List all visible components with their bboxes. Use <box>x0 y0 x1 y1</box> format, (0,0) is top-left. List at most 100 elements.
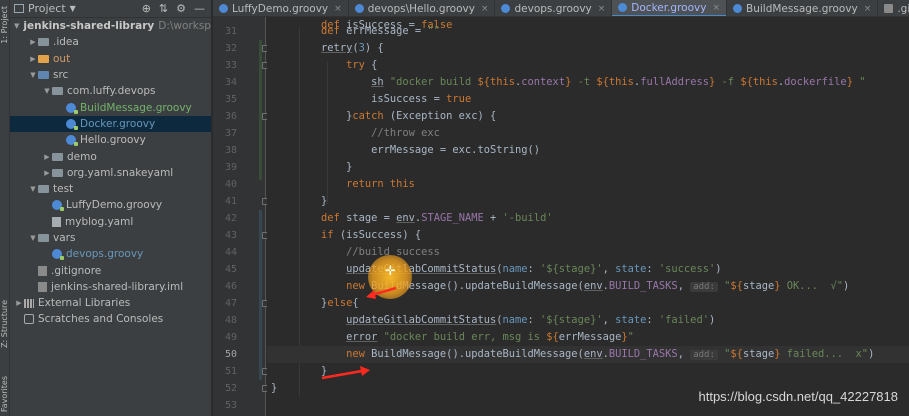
chevron-right-icon[interactable]: ▶ <box>14 299 24 307</box>
editor-tab[interactable]: devops.groovy × <box>495 0 613 16</box>
tree-item[interactable]: ▼ jenkins-shared-libraryD:\workspace\j <box>10 18 211 34</box>
yaml-file-icon <box>52 216 61 227</box>
tree-item[interactable]: .gitignore <box>10 262 211 278</box>
gitignore-file-icon <box>38 265 47 276</box>
scratches-icon <box>24 314 34 325</box>
tree-item[interactable]: ▼ com.luffy.devops <box>10 83 211 99</box>
tree-item-label: jenkins-shared-library <box>23 20 155 33</box>
tree-item[interactable]: ▶ org.yaml.snakeyaml <box>10 165 211 181</box>
tree-item-label: devops.groovy <box>66 248 144 261</box>
editor-tab[interactable]: .gitignore× <box>878 0 909 16</box>
vcs-change-marker[interactable] <box>259 210 262 380</box>
editor-tab[interactable]: BuildMessage.groovy × <box>727 0 879 16</box>
line-number: 35 <box>224 94 237 105</box>
tree-item[interactable]: ▶ demo <box>10 148 211 164</box>
tree-item-label: BuildMessage.groovy <box>80 101 192 114</box>
code-editor[interactable]: def isSuccess = false def errMessage = "… <box>267 17 909 416</box>
chevron-down-icon[interactable]: ▼ <box>28 71 38 79</box>
tree-item-label: com.luffy.devops <box>67 85 156 98</box>
editor-tab[interactable]: LuffyDemo.groovy × <box>213 0 349 16</box>
tree-item[interactable]: devops.groovy <box>10 246 211 262</box>
close-icon[interactable]: × <box>598 4 606 14</box>
groovy-file-icon <box>66 118 78 130</box>
groovy-file-icon <box>66 135 78 147</box>
editor-tab-label: devops.groovy <box>514 2 592 15</box>
groovy-file-icon <box>618 3 628 12</box>
editor-tab-bar: LuffyDemo.groovy × devops\Hello.groovy × dev… <box>213 0 909 17</box>
line-number: 31 <box>224 26 237 37</box>
code-line-49: error "docker build err, msg is ${errMes… <box>346 331 634 343</box>
groovy-file-icon <box>733 4 743 13</box>
code-line-47: }else{ <box>271 297 359 309</box>
vcs-change-marker[interactable] <box>259 40 262 180</box>
line-number: 32 <box>224 43 237 54</box>
line-number: 49 <box>224 332 237 343</box>
groovy-file-icon <box>501 4 511 13</box>
project-panel-header: Project ▼ ⊕ ⇅ ⚙ — <box>10 0 211 18</box>
tree-item-label: .idea <box>53 36 79 49</box>
code-line-33: try { <box>346 59 378 71</box>
tree-item[interactable]: ▼ vars <box>10 230 211 246</box>
tree-item[interactable]: Hello.groovy <box>10 132 211 148</box>
editor-tab[interactable]: Docker.groovy × <box>612 0 728 16</box>
line-number: 46 <box>224 281 237 292</box>
tree-item[interactable]: ▼ src <box>10 67 211 83</box>
tree-item[interactable]: LuffyDemo.groovy <box>10 197 211 213</box>
close-icon[interactable]: × <box>334 4 342 14</box>
close-icon[interactable]: × <box>712 3 720 13</box>
project-view-selector[interactable]: Project <box>28 2 66 15</box>
folder-icon <box>38 54 49 63</box>
chevron-down-icon[interactable]: ▼ <box>42 87 52 95</box>
chevron-right-icon[interactable]: ▶ <box>42 153 52 161</box>
tree-item-path: D:\workspace\j <box>158 20 211 33</box>
red-arrow-icon <box>321 366 370 380</box>
line-number: 33 <box>224 60 237 71</box>
editor-tab-label: .gitignore <box>897 2 909 15</box>
line-number: 38 <box>224 145 237 156</box>
code-line-32: retry(3) { <box>321 42 384 54</box>
tree-item[interactable]: BuildMessage.groovy <box>10 99 211 115</box>
tree-item-label: org.yaml.snakeyaml <box>67 166 174 179</box>
tree-item[interactable]: Scratches and Consoles <box>10 311 211 327</box>
editor-tab-label: LuffyDemo.groovy <box>232 2 329 15</box>
collapse-icon[interactable]: ⇅ <box>159 2 168 15</box>
line-number: 53 <box>224 400 237 411</box>
watermark-url: https://blog.csdn.net/qq_42227818 <box>698 389 899 404</box>
line-number: 42 <box>224 213 237 224</box>
hide-icon[interactable]: — <box>194 2 205 15</box>
project-view-icon <box>14 4 24 13</box>
tree-item[interactable]: myblog.yaml <box>10 214 211 230</box>
tree-item[interactable]: ▼ test <box>10 181 211 197</box>
groovy-file-icon <box>66 102 78 114</box>
code-line-41: } <box>271 195 328 207</box>
groovy-file-icon <box>52 249 64 261</box>
module-file-icon <box>38 281 47 292</box>
project-tree: ▼ jenkins-shared-libraryD:\workspace\j ▶ .i… <box>10 18 211 328</box>
tree-item[interactable]: jenkins-shared-library.iml <box>10 279 211 295</box>
editor-tab[interactable]: devops\Hello.groovy × <box>349 0 496 16</box>
tree-item-label: out <box>53 52 71 65</box>
chevron-right-icon[interactable]: ▶ <box>28 38 38 46</box>
chevron-down-icon[interactable]: ▼ <box>28 234 38 242</box>
chevron-down-icon[interactable]: ▼ <box>14 22 19 30</box>
tree-item[interactable]: Docker.groovy <box>10 115 211 133</box>
tree-item-label: vars <box>53 232 76 244</box>
chevron-down-icon[interactable]: ▼ <box>70 4 76 13</box>
line-number: 39 <box>224 162 237 173</box>
close-icon[interactable]: × <box>864 4 872 14</box>
tree-item[interactable]: ▶ .idea <box>10 34 211 50</box>
code-line-52: } <box>271 382 278 394</box>
tree-item[interactable]: ▶ out <box>10 51 211 67</box>
gear-icon[interactable]: ⚙ <box>176 2 186 15</box>
library-icon <box>24 298 34 308</box>
mouse-cursor-icon: ✛ <box>385 264 396 279</box>
chevron-right-icon[interactable]: ▶ <box>28 55 38 63</box>
close-icon[interactable]: × <box>481 4 489 14</box>
code-line-50: new BuildMessage().updateBuildMessage(en… <box>267 346 909 363</box>
tree-item[interactable]: ▶ External Libraries <box>10 295 211 311</box>
chevron-down-icon[interactable]: ▼ <box>28 185 38 193</box>
locate-icon[interactable]: ⊕ <box>142 2 151 15</box>
line-number: 40 <box>224 179 237 190</box>
tool-window-strip: 1: Project Z: Structure Favorites <box>0 0 10 416</box>
chevron-right-icon[interactable]: ▶ <box>42 169 52 177</box>
